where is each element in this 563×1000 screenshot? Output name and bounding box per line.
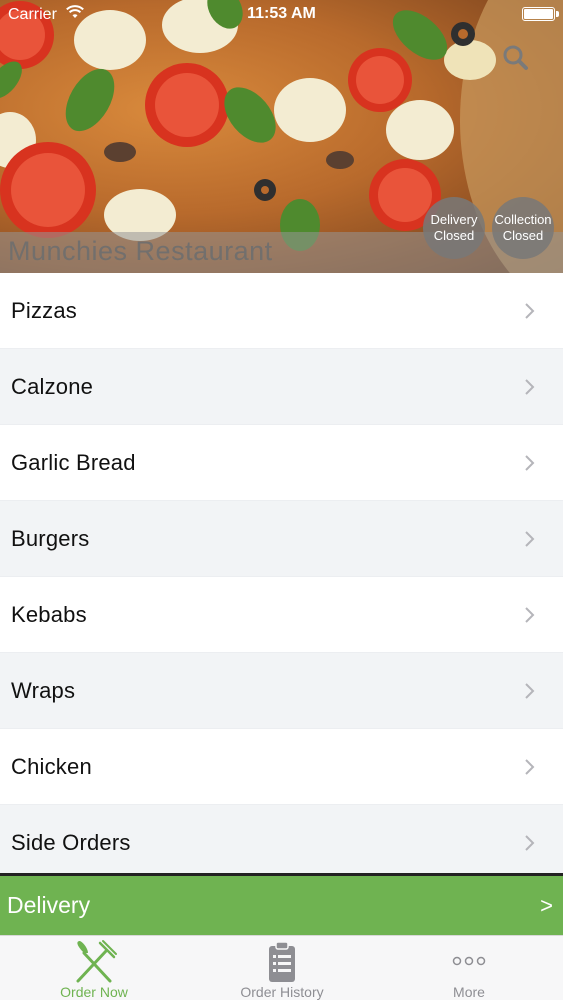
chevron-right-icon — [525, 531, 535, 547]
category-row-side-orders[interactable]: Side Orders — [0, 805, 563, 881]
delivery-badge-line1: Delivery — [430, 212, 478, 227]
category-row-kebabs[interactable]: Kebabs — [0, 577, 563, 653]
category-label: Pizzas — [11, 297, 77, 323]
tab-order-history[interactable]: Order History — [188, 936, 376, 1000]
category-label: Wraps — [11, 677, 76, 703]
tab-label: Order History — [240, 984, 324, 1000]
status-bar: Carrier 11:53 AM — [0, 0, 563, 30]
collection-badge-line2: Closed — [502, 228, 544, 243]
category-row-garlic-bread[interactable]: Garlic Bread — [0, 425, 563, 501]
search-icon — [503, 45, 528, 70]
collection-badge-line1: Collection — [494, 212, 552, 227]
search-button[interactable] — [500, 42, 532, 74]
category-label: Side Orders — [11, 829, 131, 855]
chevron-right-icon — [525, 303, 535, 319]
category-label: Chicken — [11, 753, 92, 779]
chevron-right-icon — [525, 379, 535, 395]
chevron-right-icon — [525, 683, 535, 699]
battery-icon — [522, 7, 559, 21]
restaurant-name: Munchies Restaurant — [8, 236, 273, 266]
clock: 11:53 AM — [247, 5, 316, 22]
tab-order-now[interactable]: Order Now — [0, 936, 188, 1000]
category-label: Garlic Bread — [11, 449, 136, 475]
chevron-right-icon — [525, 835, 535, 851]
delivery-badge-line2: Closed — [433, 228, 475, 243]
category-label: Kebabs — [11, 601, 87, 627]
tab-more[interactable]: More — [375, 936, 563, 1000]
category-label: Burgers — [11, 525, 90, 551]
delivery-mode-bar[interactable]: Delivery > — [0, 873, 563, 935]
fork-knife-icon — [76, 940, 117, 983]
category-list: Pizzas Calzone Garlic Bread Burgers Keba… — [0, 273, 563, 881]
delivery-status-badge: Delivery Closed — [423, 197, 485, 259]
chevron-right-icon — [525, 455, 535, 471]
category-row-pizzas[interactable]: Pizzas — [0, 273, 563, 349]
chevron-right-icon — [525, 607, 535, 623]
delivery-arrow-icon: > — [540, 893, 553, 918]
chevron-right-icon — [525, 759, 535, 775]
more-dots-icon — [452, 956, 486, 966]
restaurant-hero-image: Munchies Restaurant Carrier 11:53 AM Del… — [0, 0, 563, 273]
tab-bar: Order Now Order History More — [0, 935, 563, 1000]
category-row-wraps[interactable]: Wraps — [0, 653, 563, 729]
tab-label: More — [453, 984, 485, 1000]
category-row-chicken[interactable]: Chicken — [0, 729, 563, 805]
clipboard-icon — [269, 941, 295, 982]
delivery-mode-label: Delivery — [7, 892, 91, 918]
category-row-calzone[interactable]: Calzone — [0, 349, 563, 425]
category-row-burgers[interactable]: Burgers — [0, 501, 563, 577]
tab-label: Order Now — [60, 984, 128, 1000]
category-label: Calzone — [11, 373, 94, 399]
collection-status-badge: Collection Closed — [492, 197, 554, 259]
